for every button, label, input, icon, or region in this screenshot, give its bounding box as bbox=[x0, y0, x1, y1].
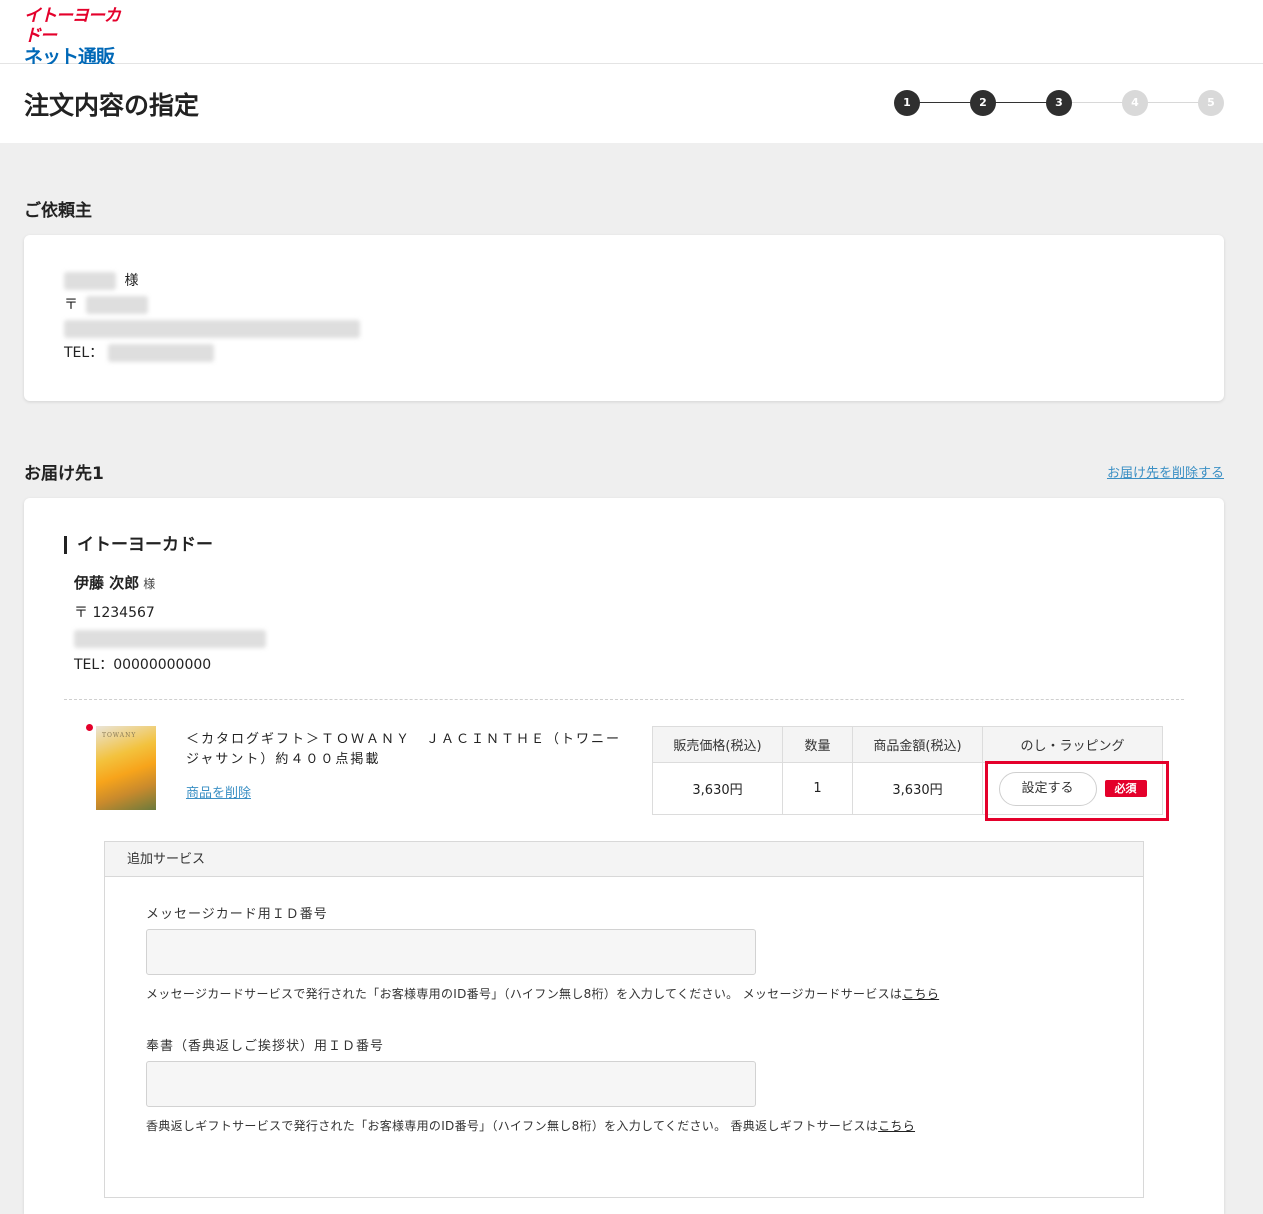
redacted-address bbox=[64, 320, 360, 338]
highlight-box bbox=[985, 761, 1169, 821]
requester-address-row bbox=[64, 319, 360, 339]
redacted-tel bbox=[107, 344, 214, 362]
message-card-help-text: メッセージカードサービスで発行された「お客様専用のID番号」（ハイフン無し8桁）… bbox=[146, 987, 903, 1001]
col-quantity: 数量 bbox=[782, 726, 853, 763]
recipient-name-row: 伊藤 次郎様 bbox=[74, 573, 155, 594]
product-thumbnail-label: TOWANY bbox=[102, 732, 137, 739]
product-quantity: 1 bbox=[782, 762, 853, 815]
requester-heading: ご依頼主 bbox=[24, 201, 92, 221]
logo-line1: イトーヨーカドー bbox=[24, 6, 121, 46]
recipient-tel: TEL：00000000000 bbox=[74, 657, 212, 673]
requester-tel-prefix: TEL： bbox=[64, 345, 104, 361]
requester-tel-row: TEL： bbox=[64, 343, 214, 363]
recipient-postal: 〒 1234567 bbox=[74, 605, 155, 621]
destination-card: イトーヨーカドー 伊藤 次郎様 〒 1234567 TEL：0000000000… bbox=[24, 498, 1224, 1214]
redacted-postal bbox=[86, 296, 149, 314]
delete-destination-link[interactable]: お届け先を削除する bbox=[1107, 462, 1224, 481]
condolence-link[interactable]: こちら bbox=[878, 1119, 915, 1133]
step-3: 3 bbox=[1046, 90, 1072, 116]
additional-services-panel: 追加サービス メッセージカード用ＩＤ番号 メッセージカードサービスで発行された「… bbox=[104, 841, 1144, 1198]
additional-services-heading: 追加サービス bbox=[105, 842, 1143, 877]
recipient-name: 伊藤 次郎 bbox=[74, 574, 140, 592]
page-title: 注文内容の指定 bbox=[24, 91, 200, 120]
requester-sama: 様 bbox=[124, 273, 139, 289]
top-bar: イトーヨーカドー ネット通販 bbox=[0, 0, 1263, 68]
redacted-name bbox=[64, 272, 116, 290]
title-bar: 注文内容の指定 1 2 3 4 5 bbox=[0, 64, 1263, 143]
site-logo[interactable]: イトーヨーカドー ネット通販 bbox=[24, 6, 134, 68]
product-table-header: 販売価格(税込) 数量 商品金額(税込) のし・ラッピング bbox=[652, 726, 1163, 763]
product-subtotal: 3,630円 bbox=[852, 762, 983, 815]
section-divider bbox=[64, 699, 1184, 700]
message-card-help: メッセージカードサービスで発行された「お客様専用のID番号」（ハイフン無し8桁）… bbox=[146, 985, 939, 1002]
redacted-address bbox=[74, 630, 266, 648]
step-2: 2 bbox=[970, 90, 996, 116]
step-5: 5 bbox=[1198, 90, 1224, 116]
requester-postal-row: 〒 bbox=[64, 295, 149, 315]
step-1: 1 bbox=[894, 90, 920, 116]
product-thumbnail[interactable]: TOWANY bbox=[96, 726, 156, 810]
progress-stepper: 1 2 3 4 5 bbox=[894, 90, 1224, 116]
requester-postal-prefix: 〒 bbox=[64, 297, 78, 313]
recipient-address-row bbox=[74, 629, 266, 649]
delete-product-link[interactable]: 商品を削除 bbox=[186, 782, 251, 801]
recipient-sama: 様 bbox=[143, 577, 156, 591]
col-subtotal: 商品金額(税込) bbox=[852, 726, 983, 763]
condolence-id-label: 奉書（香典返しご挨拶状）用ＩＤ番号 bbox=[146, 1039, 385, 1054]
col-price: 販売価格(税込) bbox=[652, 726, 783, 763]
step-4: 4 bbox=[1122, 90, 1148, 116]
store-name: イトーヨーカドー bbox=[64, 536, 213, 554]
condolence-help: 香典返しギフトサービスで発行された「お客様専用のID番号」（ハイフン無し8桁）を… bbox=[146, 1117, 915, 1134]
brand-mark-icon bbox=[86, 724, 93, 731]
destination-heading: お届け先1 bbox=[24, 464, 104, 484]
product-name: ＜カタログギフト＞ＴＯＷＡＮＹ ＪＡＣＩＮＴＨＥ（トワニー ジャサント）約４００… bbox=[186, 732, 637, 767]
message-card-link[interactable]: こちら bbox=[902, 987, 939, 1001]
requester-name-row: 様 bbox=[64, 271, 138, 291]
message-card-id-label: メッセージカード用ＩＤ番号 bbox=[146, 907, 328, 922]
requester-card: 様 〒 TEL： bbox=[24, 235, 1224, 401]
product-price: 3,630円 bbox=[652, 762, 783, 815]
message-card-id-input[interactable] bbox=[146, 929, 756, 975]
condolence-id-input[interactable] bbox=[146, 1061, 756, 1107]
condolence-help-text: 香典返しギフトサービスで発行された「お客様専用のID番号」（ハイフン無し8桁）を… bbox=[146, 1119, 879, 1133]
col-wrapping: のし・ラッピング bbox=[982, 726, 1163, 763]
